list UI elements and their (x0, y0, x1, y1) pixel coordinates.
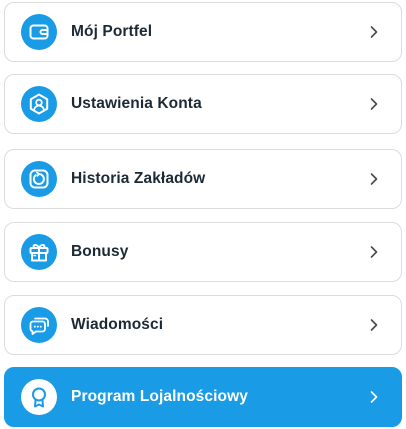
menu-item-account-settings[interactable]: Ustawienia Konta (4, 74, 402, 134)
wallet-icon (21, 14, 57, 50)
menu-item-wallet[interactable]: Mój Portfel (4, 2, 402, 62)
user-settings-icon (21, 86, 57, 122)
menu-item-label: Historia Zakładów (71, 170, 206, 187)
gift-icon (21, 234, 57, 270)
menu-item-label: Mój Portfel (71, 23, 153, 40)
menu-item-loyalty-program[interactable]: Program Lojalnościowy (4, 367, 402, 427)
account-menu: Mój Portfel Ustawienia Konta Historia Za… (0, 0, 406, 429)
menu-item-messages[interactable]: Wiadomości (4, 295, 402, 355)
menu-item-bonuses[interactable]: Bonusy (4, 222, 402, 282)
chevron-right-icon (367, 245, 381, 259)
history-icon (21, 161, 57, 197)
messages-icon (21, 307, 57, 343)
chevron-right-icon (367, 390, 381, 404)
loyalty-badge-icon (21, 379, 57, 415)
chevron-right-icon (367, 318, 381, 332)
chevron-right-icon (367, 97, 381, 111)
chevron-right-icon (367, 25, 381, 39)
menu-item-label: Ustawienia Konta (71, 95, 202, 112)
menu-item-label: Bonusy (71, 243, 129, 260)
menu-item-bet-history[interactable]: Historia Zakładów (4, 149, 402, 209)
menu-item-label: Wiadomości (71, 316, 164, 333)
chevron-right-icon (367, 172, 381, 186)
menu-item-label: Program Lojalnościowy (71, 388, 248, 405)
